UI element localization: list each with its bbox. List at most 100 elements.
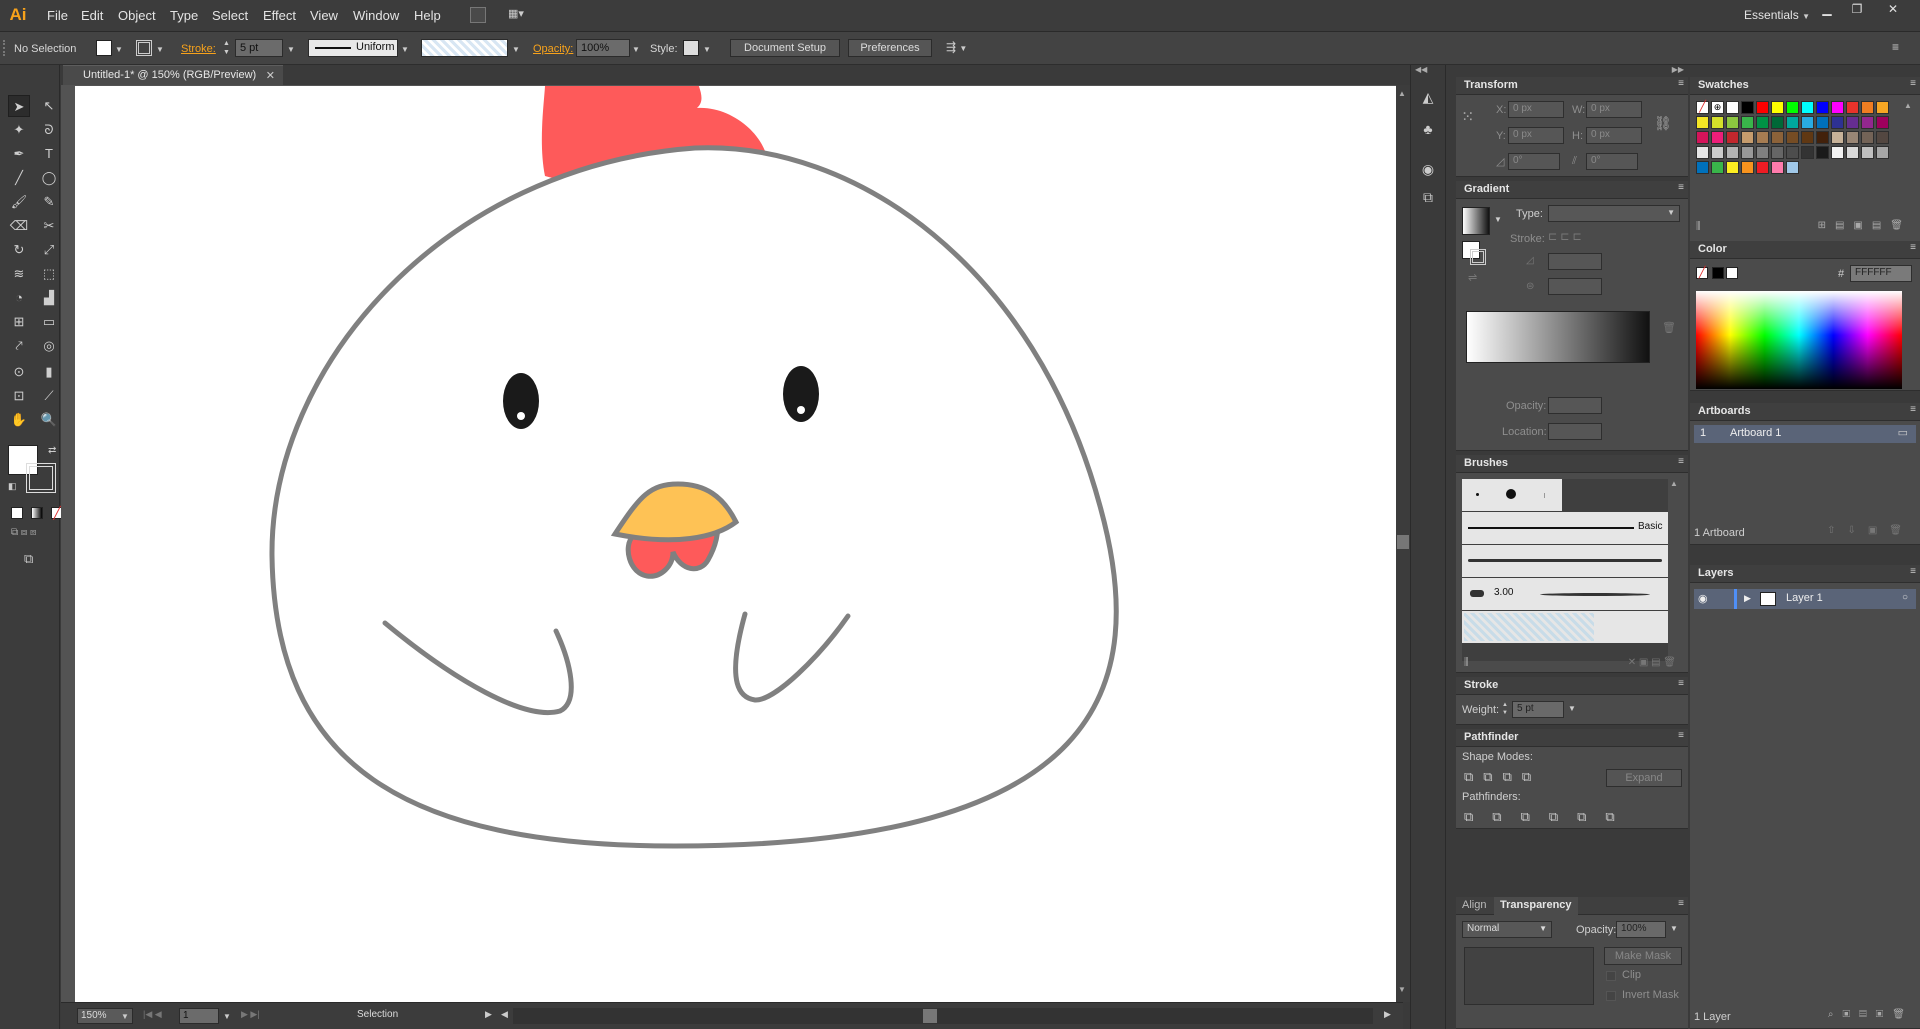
gradient-slider[interactable] xyxy=(1466,311,1650,363)
transparency-opacity-dropdown-icon[interactable]: ▼ xyxy=(1670,924,1678,933)
blend-tool-icon[interactable]: ◎ xyxy=(38,335,60,357)
graphic-style-swatch[interactable] xyxy=(683,40,699,56)
swatch-chip[interactable] xyxy=(1696,131,1709,144)
pen-tool-icon[interactable]: ✒ xyxy=(8,143,30,165)
swatch-chip[interactable] xyxy=(1816,146,1829,159)
swatch-chip[interactable] xyxy=(1801,131,1814,144)
swatch-chip[interactable] xyxy=(1711,116,1724,129)
status-menu-arrow-icon[interactable]: ▶ xyxy=(485,1009,492,1020)
swatch-chip[interactable] xyxy=(1816,131,1829,144)
artboards-title[interactable]: Artboards xyxy=(1690,403,1920,421)
swatch-chip[interactable] xyxy=(1756,131,1769,144)
swatch-chip[interactable] xyxy=(1726,161,1739,174)
restore-icon[interactable]: ❐ xyxy=(1844,2,1870,18)
column-graph-tool-icon[interactable]: ▮ xyxy=(38,361,60,383)
stroke-dropdown-icon[interactable]: ▼ xyxy=(156,43,164,55)
expand-button[interactable]: Expand xyxy=(1606,769,1682,787)
graphic-styles-icon[interactable]: ⧉ xyxy=(1417,189,1439,209)
menu-type[interactable]: Type xyxy=(170,8,198,23)
paintbrush-tool-icon[interactable]: 🖌 xyxy=(8,191,30,213)
swatch-chip[interactable] xyxy=(1816,116,1829,129)
menu-view[interactable]: View xyxy=(310,8,338,23)
brush-charcoal-row[interactable] xyxy=(1462,545,1668,577)
workspace-switcher[interactable]: Essentials ▼ xyxy=(1744,8,1810,22)
slice-tool-icon[interactable]: ⟋ xyxy=(38,385,60,407)
horizontal-scrollbar[interactable] xyxy=(513,1008,1373,1024)
swatch-chip[interactable] xyxy=(1771,146,1784,159)
delete-stop-icon[interactable]: 🗑 xyxy=(1662,321,1676,334)
hscroll-left-icon[interactable]: ◀ xyxy=(501,1009,508,1020)
pathfinder-menu-icon[interactable]: ≡ xyxy=(1678,730,1684,741)
stroke-swatch[interactable] xyxy=(136,40,152,56)
rotate-input[interactable]: 0° xyxy=(1508,153,1560,170)
menu-effect[interactable]: Effect xyxy=(263,8,296,23)
brush-large-round[interactable] xyxy=(1506,489,1516,499)
brushes-menu-icon[interactable]: ≡ xyxy=(1678,456,1684,467)
stroke-label[interactable]: Stroke: xyxy=(181,43,216,55)
stroke-box[interactable] xyxy=(26,463,56,493)
blend-mode-select[interactable]: Normal ▼ xyxy=(1462,921,1552,938)
x-input[interactable]: 0 px xyxy=(1508,101,1564,118)
appearance-icon[interactable]: ◉ xyxy=(1417,161,1439,181)
menu-window[interactable]: Window xyxy=(353,8,399,23)
artboard-dropdown-icon[interactable]: ▼ xyxy=(223,1010,231,1022)
gradient-opacity-input[interactable] xyxy=(1548,397,1602,414)
fill-dropdown-icon[interactable]: ▼ xyxy=(115,43,123,55)
hscroll-thumb[interactable] xyxy=(923,1009,937,1023)
eyedropper-tool-icon[interactable]: ⤤ xyxy=(8,335,30,357)
close-icon[interactable]: ✕ xyxy=(1880,2,1906,18)
swatch-chip[interactable] xyxy=(1831,116,1844,129)
hand-tool-icon[interactable]: ✋ xyxy=(8,409,30,431)
drawing-modes-icon[interactable]: ⧉ ⧈ ⧇ xyxy=(11,527,63,541)
swatch-chip[interactable] xyxy=(1786,101,1799,114)
variable-width-profile[interactable]: Uniform xyxy=(308,39,398,57)
canvas-area[interactable] xyxy=(61,85,1403,1002)
free-transform-tool-icon[interactable]: ⬚ xyxy=(38,263,60,285)
brush-small-round[interactable] xyxy=(1476,493,1479,496)
style-dropdown-icon[interactable]: ▼ xyxy=(703,43,711,55)
swatch-chip[interactable] xyxy=(1741,146,1754,159)
swatches-menu-icon[interactable]: ≡ xyxy=(1910,78,1916,89)
blob-brush-tool-icon[interactable]: ⌫ xyxy=(8,215,30,237)
swatch-chip[interactable] xyxy=(1846,101,1859,114)
pencil-tool-icon[interactable]: ✎ xyxy=(38,191,60,213)
brush-libraries-icon[interactable]: ⫼ xyxy=(1464,657,1469,668)
stroke-menu-icon[interactable]: ≡ xyxy=(1678,678,1684,689)
swatch-chip[interactable] xyxy=(1711,131,1724,144)
scale-tool-icon[interactable]: ⤢ xyxy=(38,239,60,261)
reverse-gradient-icon[interactable]: ⇌ xyxy=(1468,271,1477,284)
w-input[interactable]: 0 px xyxy=(1586,101,1642,118)
screen-mode-icon[interactable]: ⧉ xyxy=(24,551,46,567)
gradient-title[interactable]: Gradient xyxy=(1456,181,1688,199)
menu-select[interactable]: Select xyxy=(212,8,248,23)
arrange-icon[interactable]: ⇶ ▼ xyxy=(946,40,967,54)
gradient-mode-icon[interactable] xyxy=(31,507,43,519)
gradient-tool-icon[interactable]: ▭ xyxy=(38,311,60,333)
artboard-row[interactable]: 1 Artboard 1 ▭ xyxy=(1694,425,1916,443)
swatch-chip[interactable] xyxy=(1786,131,1799,144)
swatch-chip[interactable] xyxy=(1741,116,1754,129)
preferences-button[interactable]: Preferences xyxy=(848,39,932,57)
swap-fill-stroke-icon[interactable]: ⇄ xyxy=(48,445,56,456)
color-menu-icon[interactable]: ≡ xyxy=(1910,242,1916,253)
color-none-swatch[interactable]: ╱ xyxy=(1696,267,1708,279)
brush-dropdown-icon[interactable]: ▼ xyxy=(512,43,520,55)
transform-title[interactable]: Transform xyxy=(1456,77,1688,95)
brushes-scrollbar[interactable]: ▲ xyxy=(1670,479,1680,661)
swatch-chip[interactable] xyxy=(1696,116,1709,129)
perspective-grid-tool-icon[interactable]: ▟ xyxy=(38,287,60,309)
swatch-chip[interactable] xyxy=(1771,161,1784,174)
line-tool-icon[interactable]: ╱ xyxy=(8,167,30,189)
color-white-swatch[interactable] xyxy=(1726,267,1738,279)
mesh-tool-icon[interactable]: ⊞ xyxy=(8,311,30,333)
swatch-chip[interactable] xyxy=(1726,146,1739,159)
brush-pattern-row[interactable] xyxy=(1462,611,1668,643)
layer-visibility-icon[interactable]: ◉ xyxy=(1698,592,1708,605)
gradient-menu-icon[interactable]: ≡ xyxy=(1678,182,1684,193)
type-tool-icon[interactable]: T xyxy=(38,143,60,165)
stroke-weight-dropdown-icon[interactable]: ▼ xyxy=(287,43,295,55)
fill-swatch[interactable] xyxy=(96,40,112,56)
layer-target-icon[interactable]: ○ xyxy=(1902,592,1908,603)
swatch-grid[interactable]: ╱ ⊕ xyxy=(1696,101,1902,211)
menu-help[interactable]: Help xyxy=(414,8,441,23)
